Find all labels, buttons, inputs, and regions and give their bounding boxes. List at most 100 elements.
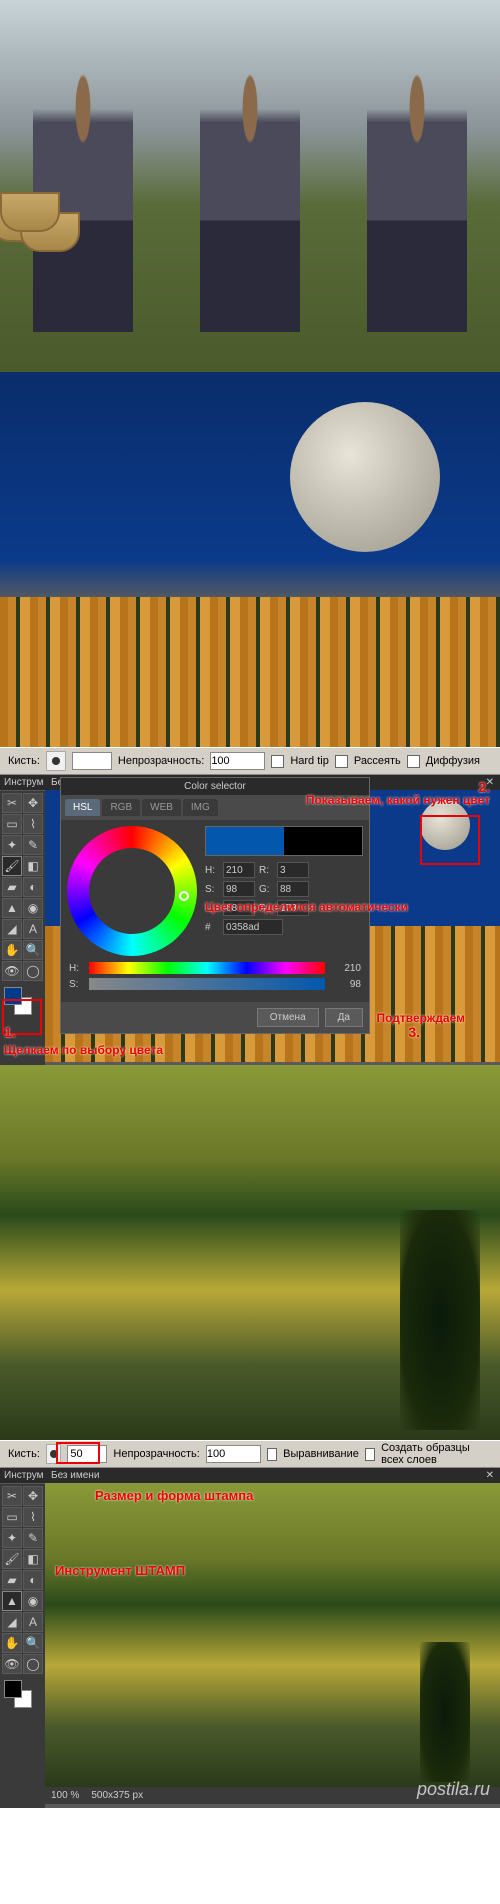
tool-hand[interactable]: ✋ <box>2 940 22 960</box>
tool-eyedropper[interactable]: ◢ <box>2 919 22 939</box>
annotation-auto-color: Цвет определился автоматически <box>205 900 408 914</box>
basket-3 <box>0 192 60 232</box>
tool-move-2[interactable]: ✥ <box>23 1486 43 1506</box>
tool-panel-2: Инструм ✂ ✥ ▭ ⌇ ✦ ✎ 🖌 ◧ ▰ ◐ ▲ ◉ ◢ A ✋ 🔍 … <box>0 1468 45 1808</box>
opacity-label: Непрозрачность: <box>118 755 204 767</box>
tab-rgb[interactable]: RGB <box>102 799 140 816</box>
tool-shape-2[interactable]: ◯ <box>23 1654 43 1674</box>
tool-move[interactable]: ✥ <box>23 793 43 813</box>
photo-mushroom-pickers <box>0 0 500 372</box>
h-input[interactable] <box>223 862 255 878</box>
tool-eye[interactable]: 👁 <box>2 961 22 981</box>
tool-gradient[interactable]: ◐ <box>23 877 43 897</box>
tool-hand-2[interactable]: ✋ <box>2 1633 22 1653</box>
tool-pencil[interactable]: ✎ <box>23 835 43 855</box>
ok-button[interactable]: Да <box>325 1008 363 1027</box>
tool-eraser-2[interactable]: ◧ <box>23 1549 43 1569</box>
tab-web[interactable]: WEB <box>142 799 181 816</box>
brush-size-input[interactable] <box>72 752 112 770</box>
tool-blur-2[interactable]: ◉ <box>23 1591 43 1611</box>
tool-eraser[interactable]: ◧ <box>23 856 43 876</box>
sliders: H: 210 S: 98 <box>61 962 369 1002</box>
canvas-area-2: Без имени ✕ 100 % 500x375 px Размер и фо… <box>45 1468 500 1808</box>
hardtip-label: Hard tip <box>290 755 329 767</box>
scatter-checkbox[interactable] <box>335 755 348 768</box>
hex-input[interactable] <box>223 919 283 935</box>
zoom-value: 100 % <box>51 1790 79 1801</box>
document-titlebar-2: Без имени ✕ <box>45 1468 500 1483</box>
close-icon-2[interactable]: ✕ <box>486 1470 494 1481</box>
hardtip-checkbox[interactable] <box>271 755 284 768</box>
workspace-1: Инструм ✂ ✥ ▭ ⌇ ✦ ✎ 🖌 ◧ ▰ ◐ ▲ ◉ ◢ A ✋ 🔍 … <box>0 775 500 1065</box>
tool-zoom[interactable]: 🔍 <box>23 940 43 960</box>
wheel-cursor[interactable] <box>179 891 189 901</box>
tab-hsl[interactable]: HSL <box>65 799 100 816</box>
hue-slider[interactable] <box>89 962 325 974</box>
opacity-input-2[interactable] <box>206 1445 261 1463</box>
document-title-2: Без имени <box>51 1470 99 1481</box>
slider-s-label: S: <box>69 979 83 990</box>
annotation-click-color: Щелкаем по выбору цвета <box>4 1043 163 1057</box>
tool-marquee-2[interactable]: ▭ <box>2 1507 22 1527</box>
options-toolbar-1: Кисть: Непрозрачность: Hard tip Рассеять… <box>0 747 500 775</box>
tool-crop-2[interactable]: ✂ <box>2 1486 22 1506</box>
scatter-label: Рассеять <box>354 755 401 767</box>
tool-crop[interactable]: ✂ <box>2 793 22 813</box>
moon <box>290 402 440 552</box>
canvas-field-image[interactable] <box>45 1483 500 1787</box>
person-3 <box>367 53 467 332</box>
color-preview <box>205 826 363 856</box>
sampleall-label: Создать образцы всех слоев <box>381 1442 492 1466</box>
tool-marquee[interactable]: ▭ <box>2 814 22 834</box>
annotation-step3-num: 3. <box>408 1024 420 1040</box>
sampleall-checkbox[interactable] <box>365 1448 375 1461</box>
foreground-color-swatch-2[interactable] <box>4 1680 22 1698</box>
s-input[interactable] <box>223 881 255 897</box>
hex-label: # <box>205 922 219 933</box>
red-box-brush-size <box>56 1442 100 1464</box>
align-checkbox[interactable] <box>267 1448 277 1461</box>
canvas-area-1: Без имени ✕ Color selector HSL RGB WEB I… <box>45 775 500 1065</box>
tool-zoom-2[interactable]: 🔍 <box>23 1633 43 1653</box>
tool-wand-2[interactable]: ✦ <box>2 1528 22 1548</box>
tool-stamp[interactable]: ▲ <box>2 898 22 918</box>
saturation-slider[interactable] <box>89 978 325 990</box>
tool-blur[interactable]: ◉ <box>23 898 43 918</box>
cancel-button[interactable]: Отмена <box>257 1008 319 1027</box>
tool-lasso[interactable]: ⌇ <box>23 814 43 834</box>
canvas-pine <box>420 1642 470 1782</box>
tool-type-2[interactable]: A <box>23 1612 43 1632</box>
brush-preview[interactable] <box>46 751 66 771</box>
annotation-stamp-tool: Инструмент ШТАМП <box>55 1563 185 1578</box>
align-label: Выравнивание <box>283 1448 359 1460</box>
dialog-body: H: R: S: G: L: B: <box>61 820 369 962</box>
tool-wand[interactable]: ✦ <box>2 835 22 855</box>
tool-shape[interactable]: ◯ <box>23 961 43 981</box>
r-label: R: <box>259 865 273 876</box>
photo-moon-forest <box>0 372 500 747</box>
red-box-eyedropper <box>420 815 480 865</box>
tool-gradient-2[interactable]: ◐ <box>23 1570 43 1590</box>
g-input[interactable] <box>277 881 309 897</box>
tool-lasso-2[interactable]: ⌇ <box>23 1507 43 1527</box>
color-swatches-2[interactable] <box>0 1676 45 1702</box>
color-wheel[interactable] <box>67 826 197 956</box>
opacity-input[interactable] <box>210 752 265 770</box>
tool-eye-2[interactable]: 👁 <box>2 1654 22 1674</box>
s-label: S: <box>205 884 219 895</box>
watermark: postila.ru <box>417 1779 490 1800</box>
tool-type[interactable]: A <box>23 919 43 939</box>
r-input[interactable] <box>277 862 309 878</box>
tool-eyedropper-2[interactable]: ◢ <box>2 1612 22 1632</box>
tool-bucket-2[interactable]: ▰ <box>2 1570 22 1590</box>
tool-pencil-2[interactable]: ✎ <box>23 1528 43 1548</box>
tool-brush-2[interactable]: 🖌 <box>2 1549 22 1569</box>
tool-stamp-2[interactable]: ▲ <box>2 1591 22 1611</box>
tool-grid-1: ✂ ✥ ▭ ⌇ ✦ ✎ 🖌 ◧ ▰ ◐ ▲ ◉ ◢ A ✋ 🔍 👁 ◯ <box>0 791 45 983</box>
tab-img[interactable]: IMG <box>183 799 218 816</box>
diffusion-checkbox[interactable] <box>407 755 420 768</box>
tool-brush[interactable]: 🖌 <box>2 856 22 876</box>
tool-bucket[interactable]: ▰ <box>2 877 22 897</box>
color-square[interactable] <box>90 849 175 934</box>
dimensions-value: 500x375 px <box>91 1790 143 1801</box>
